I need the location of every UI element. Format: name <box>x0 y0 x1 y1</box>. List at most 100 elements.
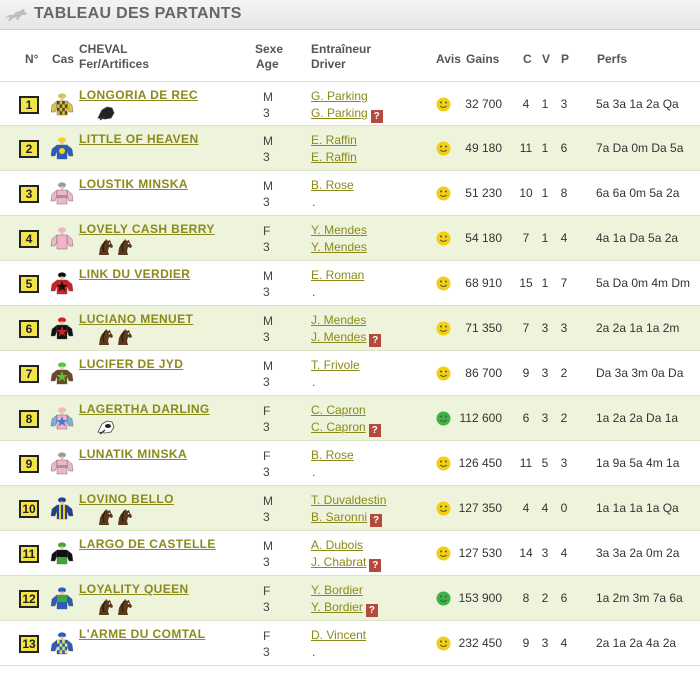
trainer-name[interactable]: A. Dubois <box>311 537 381 554</box>
gains: 71 350 <box>465 321 502 335</box>
blinkers-icon <box>96 104 117 121</box>
courses: 14 <box>519 546 533 560</box>
help-icon[interactable]: ? <box>370 110 383 123</box>
horse-name-link[interactable]: LINK DU VERDIER <box>79 267 190 281</box>
sex-age: M 3 <box>263 178 273 210</box>
trainer-name[interactable]: J. Mendes <box>311 312 381 329</box>
header-perfs: Perfs <box>597 52 628 66</box>
trainer-name[interactable]: B. Rose <box>311 447 354 464</box>
driver-name[interactable]: J. Chabrat? <box>311 554 382 572</box>
trainer-name[interactable]: T. Frivole <box>311 357 360 374</box>
runner-number: 8 <box>19 410 39 428</box>
gains: 68 910 <box>465 276 502 290</box>
trainer-name[interactable]: G. Parking <box>311 88 383 105</box>
age: 3 <box>263 240 270 254</box>
age: 3 <box>263 510 270 524</box>
driver-name: . <box>312 285 316 299</box>
trainer-name[interactable]: Y. Bordier <box>311 582 378 599</box>
smiley-icon <box>436 411 451 426</box>
help-icon[interactable]: ? <box>370 514 383 527</box>
places: 6 <box>560 141 568 155</box>
trainer-driver: C. Capron C. Capron? <box>311 402 381 437</box>
horse-name-link[interactable]: LUNATIK MINSKA <box>79 447 187 461</box>
horse-name-link[interactable]: LOYALITY QUEEN <box>79 582 189 596</box>
horse-name-link[interactable]: LAGERTHA DARLING <box>79 402 210 416</box>
smiley-icon <box>436 366 451 381</box>
horse-name-link[interactable]: LUCIANO MENUET <box>79 312 193 326</box>
help-icon[interactable]: ? <box>369 559 382 572</box>
smiley-icon <box>436 636 451 651</box>
silk-icon <box>49 451 75 477</box>
horse-name-link[interactable]: LOVELY CASH BERRY <box>79 222 215 236</box>
driver-name: . <box>312 375 316 389</box>
trainer-driver: A. Dubois J. Chabrat? <box>311 537 382 572</box>
trainer-name[interactable]: E. Roman <box>311 267 364 284</box>
age: 3 <box>263 600 270 614</box>
victoires: 3 <box>541 321 549 335</box>
artifacts <box>96 598 134 616</box>
trainer-name[interactable]: D. Vincent <box>311 627 366 644</box>
header-driver: Driver <box>311 57 346 71</box>
horse-name-link[interactable]: LOVINO BELLO <box>79 492 174 506</box>
horse-name-link[interactable]: LITTLE OF HEAVEN <box>79 132 199 146</box>
driver-name[interactable]: C. Capron? <box>311 419 381 437</box>
driver-name[interactable]: B. Saronni? <box>311 509 386 527</box>
sex-age: M 3 <box>263 89 273 121</box>
trainer-name[interactable]: B. Rose <box>311 177 354 194</box>
sex: F <box>263 629 271 643</box>
places: 0 <box>560 501 568 515</box>
help-icon[interactable]: ? <box>365 604 378 617</box>
header-fer: Fer/Artifices <box>79 57 150 71</box>
horse-name-link[interactable]: LARGO DE CASTELLE <box>79 537 216 551</box>
trainer-name[interactable]: C. Capron <box>311 402 381 419</box>
driver-name: . <box>312 645 316 659</box>
silk-icon <box>49 316 75 342</box>
driver-name: . <box>312 195 316 209</box>
driver-name[interactable]: E. Raffin <box>311 149 357 166</box>
trainer-name[interactable]: Y. Mendes <box>311 222 367 239</box>
horse-icon <box>115 238 134 255</box>
trainer-name[interactable]: T. Duvaldestin <box>311 492 386 509</box>
horse-icon <box>96 508 115 525</box>
driver-name[interactable]: Y. Mendes <box>311 239 367 256</box>
horse-name-link[interactable]: LOUSTIK MINSKA <box>79 177 188 191</box>
sex-age: F 3 <box>263 448 270 480</box>
victoires: 4 <box>541 501 549 515</box>
header-cas: Cas <box>52 52 75 66</box>
courses: 9 <box>522 366 530 380</box>
artifacts <box>96 328 134 346</box>
perfs: 5a 3a 1a 2a Qa <box>596 97 679 111</box>
runner-number: 11 <box>19 545 39 563</box>
sex-age: M 3 <box>263 493 273 525</box>
table-row: 1 LONGORIA DE REC M 3 G. Parking G. Park… <box>0 81 700 126</box>
header-num: N° <box>25 52 39 66</box>
horse-name-link[interactable]: LONGORIA DE REC <box>79 88 198 102</box>
horse-name-link[interactable]: LUCIFER DE JYD <box>79 357 183 371</box>
driver-name[interactable]: Y. Bordier? <box>311 599 378 617</box>
horse-name-link[interactable]: L'ARME DU COMTAL <box>79 627 205 641</box>
trainer-driver: T. Duvaldestin B. Saronni? <box>311 492 386 527</box>
smiley-icon <box>436 231 451 246</box>
perfs: 5a Da 0m 4m Dm <box>596 276 691 290</box>
table-row: 7 LUCIFER DE JYD M 3 T. Frivole . 86 700… <box>0 351 700 396</box>
smiley-icon <box>436 501 451 516</box>
trainer-name[interactable]: E. Raffin <box>311 132 357 149</box>
trainer-driver: B. Rose . <box>311 447 354 481</box>
help-icon[interactable]: ? <box>369 334 382 347</box>
driver-name[interactable]: G. Parking? <box>311 105 383 123</box>
courses: 11 <box>519 456 533 470</box>
gains: 54 180 <box>465 231 502 245</box>
runner-number: 6 <box>19 320 39 338</box>
sex: M <box>263 90 273 104</box>
perfs: 2a 1a 2a 4a 2a <box>596 636 677 650</box>
horse-icon <box>96 598 115 615</box>
horse-icon <box>5 9 27 21</box>
runner-number: 4 <box>19 230 39 248</box>
driver-name[interactable]: J. Mendes? <box>311 329 382 347</box>
courses: 9 <box>522 636 530 650</box>
age: 3 <box>263 555 270 569</box>
silk-icon <box>49 586 75 612</box>
help-icon[interactable]: ? <box>368 424 381 437</box>
runner-number: 10 <box>19 500 39 518</box>
artifacts <box>96 104 117 122</box>
